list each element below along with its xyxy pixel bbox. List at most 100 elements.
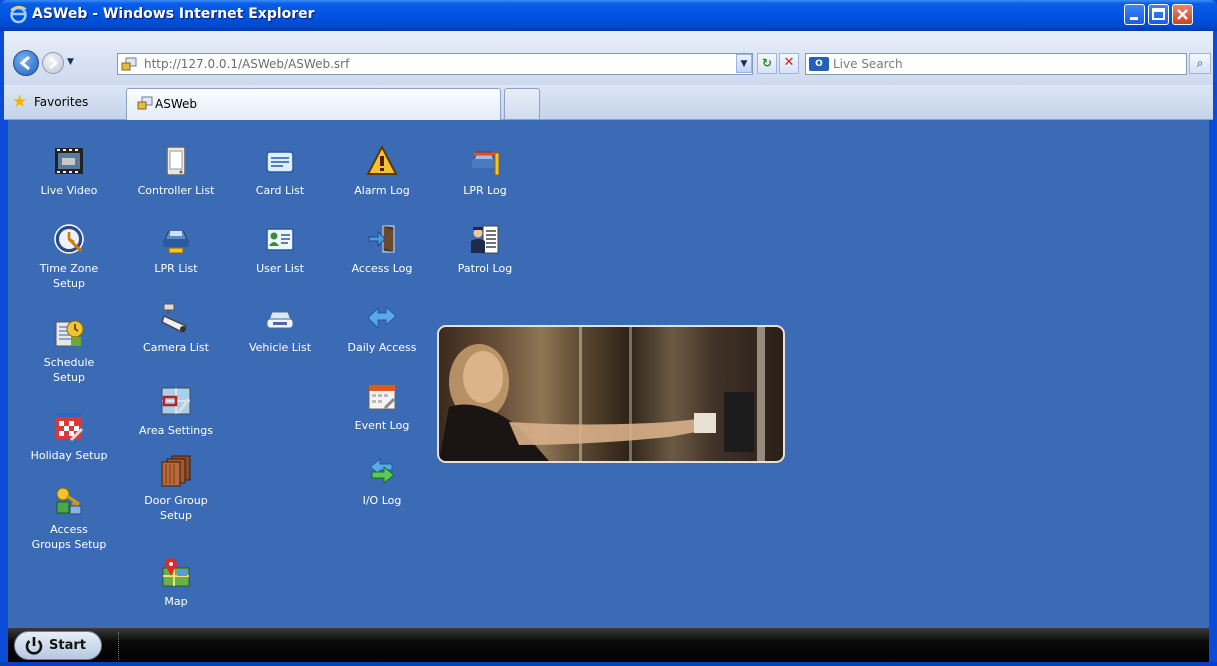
- search-placeholder: Live Search: [833, 57, 903, 71]
- menu-item-patrol-log[interactable]: Patrol Log: [437, 223, 533, 293]
- film-camera-icon: [55, 148, 83, 174]
- menu-item-label: Door Group Setup: [144, 494, 208, 522]
- taskbar-grip[interactable]: [118, 632, 122, 660]
- menu-item-label: Holiday Setup: [30, 449, 108, 462]
- menu-item-label: Camera List: [143, 341, 209, 354]
- page-icon: [137, 96, 153, 110]
- menu-item-io-log[interactable]: I/O Log: [334, 455, 430, 525]
- menu-item-label: Patrol Log: [457, 262, 513, 275]
- back-arrow-icon: [19, 55, 30, 71]
- menu-item-time-zone-setup[interactable]: Time Zone Setup: [21, 223, 117, 293]
- tab-label: ASWeb: [155, 97, 197, 111]
- minimize-icon: [1130, 17, 1138, 20]
- event-calendar-icon: [368, 384, 396, 410]
- menu-item-user-list[interactable]: User List: [232, 223, 328, 293]
- cctv-camera-icon: [161, 303, 188, 333]
- address-text: http://127.0.0.1/ASWeb/ASWeb.srf: [144, 57, 350, 71]
- menu-item-label: Access Log: [351, 262, 413, 275]
- menu-item-label: Card List: [255, 184, 305, 197]
- menu-item-vehicle-list[interactable]: Vehicle List: [232, 302, 328, 372]
- menu-item-label: Schedule Setup: [43, 356, 95, 384]
- start-label: Start: [49, 638, 86, 653]
- start-button[interactable]: Start: [14, 631, 102, 660]
- person-at-card-reader-image: [439, 327, 765, 461]
- refresh-button[interactable]: ↻: [757, 53, 777, 74]
- menu-item-camera-list[interactable]: Camera List: [128, 302, 224, 372]
- menu-item-map[interactable]: Map: [128, 556, 224, 626]
- back-button[interactable]: [13, 50, 39, 76]
- power-icon: [25, 637, 43, 655]
- menu-item-label: LPR Log: [463, 184, 507, 197]
- search-field[interactable]: O Live Search: [805, 53, 1187, 75]
- menu-item-area-settings[interactable]: Area Settings: [128, 385, 224, 455]
- taskbar: [8, 628, 1209, 662]
- maximize-button[interactable]: [1148, 4, 1169, 25]
- car-barrier-icon: [472, 151, 500, 176]
- menu-item-daily-access[interactable]: Daily Access: [334, 302, 430, 372]
- schedule-clock-icon: [55, 320, 84, 347]
- menu-item-event-log[interactable]: Event Log: [334, 380, 430, 450]
- ie-logo-icon: [10, 5, 27, 24]
- menu-item-door-group-setup[interactable]: Door Group Setup: [128, 455, 224, 525]
- maximize-icon: [1152, 8, 1165, 20]
- daily-arrows-icon: [367, 305, 397, 330]
- door-enter-icon: [368, 225, 395, 253]
- menu-item-access-groups-setup[interactable]: Access Groups Setup: [21, 484, 117, 554]
- menu-item-lpr-list[interactable]: LPR List: [128, 223, 224, 293]
- menu-item-holiday-setup[interactable]: Holiday Setup: [21, 410, 117, 480]
- menu-item-live-video[interactable]: Live Video: [21, 145, 117, 215]
- menu-item-schedule-setup[interactable]: Schedule Setup: [21, 317, 117, 387]
- menu-item-label: Access Groups Setup: [31, 523, 107, 551]
- user-card-icon: [266, 228, 294, 251]
- menu-item-access-log[interactable]: Access Log: [334, 223, 430, 293]
- forward-arrow-icon: [49, 57, 58, 69]
- address-dropdown-button[interactable]: ▼: [736, 54, 752, 73]
- recent-pages-dropdown[interactable]: ▼: [67, 56, 77, 68]
- menu-item-label: Map: [164, 595, 188, 608]
- window-title: ASWeb - Windows Internet Explorer: [32, 6, 315, 22]
- menu-item-label: User List: [256, 262, 304, 275]
- guard-checklist-icon: [471, 225, 499, 254]
- key-group-icon: [56, 487, 82, 515]
- stop-button[interactable]: ✕: [779, 53, 799, 74]
- menu-item-alarm-log[interactable]: Alarm Log: [334, 145, 430, 215]
- area-map-icon: [161, 387, 191, 415]
- tab-asweb[interactable]: ASWeb: [126, 88, 501, 120]
- menu-item-card-list[interactable]: Card List: [232, 145, 328, 215]
- menu-item-controller-list[interactable]: Controller List: [128, 145, 224, 215]
- close-button[interactable]: [1172, 4, 1193, 25]
- menu-item-label: Alarm Log: [354, 184, 410, 197]
- menu-item-label: Vehicle List: [248, 341, 312, 354]
- vehicle-icon: [266, 311, 294, 329]
- live-search-icon: O: [809, 57, 829, 71]
- minimize-button[interactable]: [1124, 4, 1145, 25]
- card-icon: [266, 151, 294, 173]
- io-arrows-icon: [369, 457, 395, 485]
- menu-item-label: Time Zone Setup: [39, 262, 99, 290]
- close-icon: [1177, 9, 1188, 20]
- favorites-star-icon[interactable]: ★: [12, 93, 32, 111]
- access-control-photo: [437, 325, 785, 463]
- title-bar: ASWeb - Windows Internet Explorer: [0, 0, 1217, 31]
- favorites-button-label[interactable]: Favorites: [34, 95, 88, 109]
- new-tab-button[interactable]: [504, 88, 540, 119]
- window-bottom-border: [0, 662, 1217, 666]
- holiday-calendar-icon: [56, 413, 84, 442]
- page-icon: [121, 57, 137, 71]
- browser-window: ASWeb - Windows Internet Explorer ▼ http…: [0, 0, 1217, 666]
- menu-item-label: Event Log: [354, 419, 410, 432]
- forward-button[interactable]: [42, 52, 64, 74]
- menu-item-label: I/O Log: [362, 494, 402, 507]
- address-field[interactable]: http://127.0.0.1/ASWeb/ASWeb.srf: [117, 53, 753, 75]
- menu-item-label: LPR List: [154, 262, 198, 275]
- doors-icon: [161, 455, 191, 487]
- refresh-icon: ↻: [761, 56, 773, 70]
- menu-item-label: Controller List: [137, 184, 215, 197]
- search-icon: ⌕: [1196, 56, 1204, 70]
- search-button[interactable]: ⌕: [1189, 53, 1211, 74]
- clock-globe-icon: [54, 224, 84, 254]
- menu-item-lpr-log[interactable]: LPR Log: [437, 145, 533, 215]
- controller-panel-icon: [166, 146, 186, 176]
- menu-item-label: Live Video: [40, 184, 98, 197]
- map-pin-icon: [162, 558, 190, 587]
